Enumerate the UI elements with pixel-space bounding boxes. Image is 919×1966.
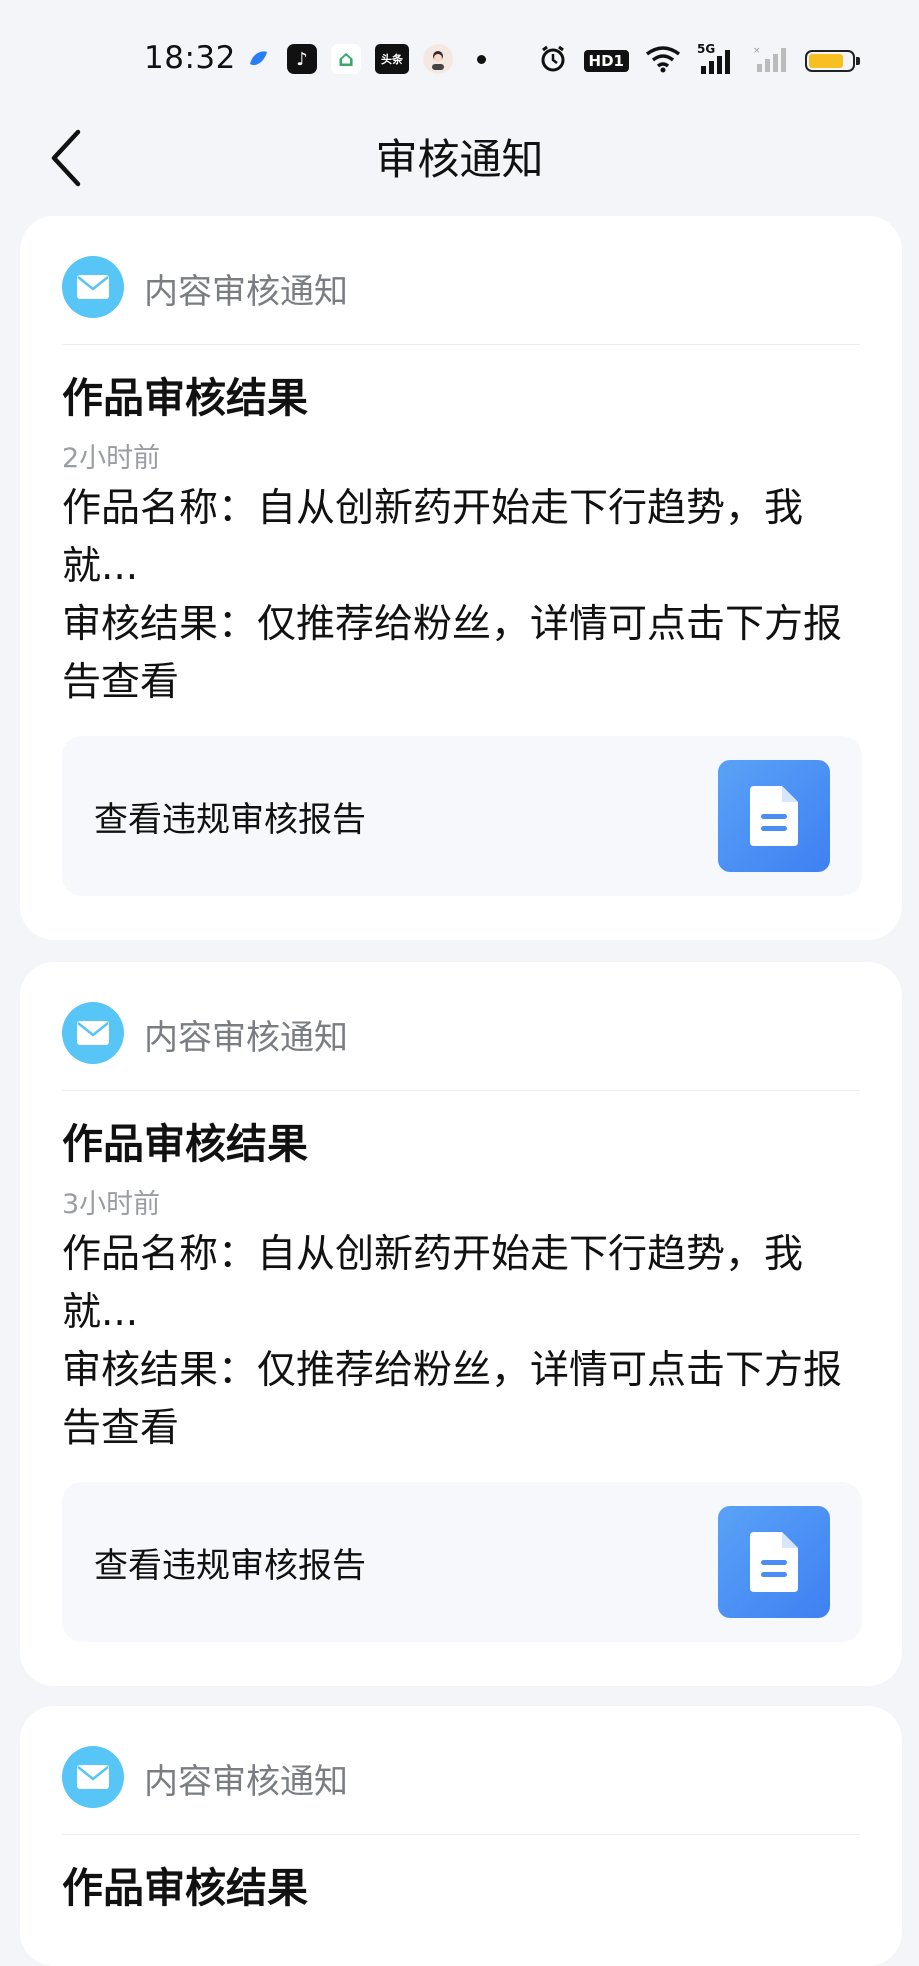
wifi-icon (645, 45, 681, 77)
status-time: 18:32 (144, 40, 236, 76)
blue-app-icon (243, 44, 273, 74)
card-category: 内容审核通知 (144, 1018, 348, 1058)
notification-app-icons: ♪ ⌂ 头条 (243, 44, 486, 74)
card-title: 作品审核结果 (62, 1864, 308, 1912)
card-timestamp: 2小时前 (62, 443, 161, 474)
hd-voice-badge: HD1 (583, 50, 629, 72)
status-bar: 18:32 ♪ ⌂ 头条 HD1 5G × (0, 0, 919, 118)
card-title: 作品审核结果 (62, 1120, 308, 1168)
card-body: 作品名称：自从创新药开始走下行趋势，我就... 审核结果：仅推荐给粉丝，详情可点… (62, 1226, 862, 1458)
work-name-line: 作品名称：自从创新药开始走下行趋势，我就... (62, 486, 804, 589)
cellular-signal-2-icon: × (753, 44, 789, 78)
work-name-line: 作品名称：自从创新药开始走下行趋势，我就... (62, 1232, 804, 1335)
notification-card[interactable]: 内容审核通知 作品审核结果 (20, 1706, 902, 1966)
report-label: 查看违规审核报告 (94, 1546, 366, 1586)
view-report-button[interactable]: 查看违规审核报告 (62, 1482, 862, 1642)
report-label: 查看违规审核报告 (94, 800, 366, 840)
svg-text:×: × (753, 46, 761, 56)
review-result-line: 审核结果：仅推荐给粉丝，详情可点击下方报告查看 (62, 1348, 843, 1451)
card-header: 内容审核通知 (62, 1002, 860, 1091)
card-timestamp: 3小时前 (62, 1189, 161, 1220)
notification-card[interactable]: 内容审核通知 作品审核结果 2小时前 作品名称：自从创新药开始走下行趋势，我就.… (20, 216, 902, 940)
card-header: 内容审核通知 (62, 256, 860, 345)
cellular-signal-icon: 5G (697, 42, 737, 76)
card-category: 内容审核通知 (144, 272, 348, 312)
document-icon (718, 760, 830, 872)
nav-bar: 审核通知 (0, 118, 919, 200)
page-title: 审核通知 (375, 135, 544, 184)
review-result-line: 审核结果：仅推荐给粉丝，详情可点击下方报告查看 (62, 602, 843, 705)
card-category: 内容审核通知 (144, 1762, 348, 1802)
battery-icon (805, 50, 860, 72)
home-ai-app-icon: ⌂ (331, 44, 361, 74)
card-title: 作品审核结果 (62, 374, 308, 422)
system-indicators: HD1 5G × (538, 42, 860, 78)
mail-icon (62, 1746, 124, 1808)
avatar-app-icon (423, 44, 453, 74)
view-report-button[interactable]: 查看违规审核报告 (62, 736, 862, 896)
mail-icon (62, 1002, 124, 1064)
douyin-app-icon: ♪ (287, 44, 317, 74)
document-icon (718, 1506, 830, 1618)
toutiao-app-icon: 头条 (375, 44, 409, 74)
notification-card[interactable]: 内容审核通知 作品审核结果 3小时前 作品名称：自从创新药开始走下行趋势，我就.… (20, 962, 902, 1686)
battery-level-fill (809, 54, 843, 68)
mail-icon (62, 256, 124, 318)
more-notifications-dot (477, 54, 486, 64)
alarm-icon (538, 44, 568, 78)
card-header: 内容审核通知 (62, 1746, 860, 1835)
card-body: 作品名称：自从创新药开始走下行趋势，我就... 审核结果：仅推荐给粉丝，详情可点… (62, 480, 862, 712)
